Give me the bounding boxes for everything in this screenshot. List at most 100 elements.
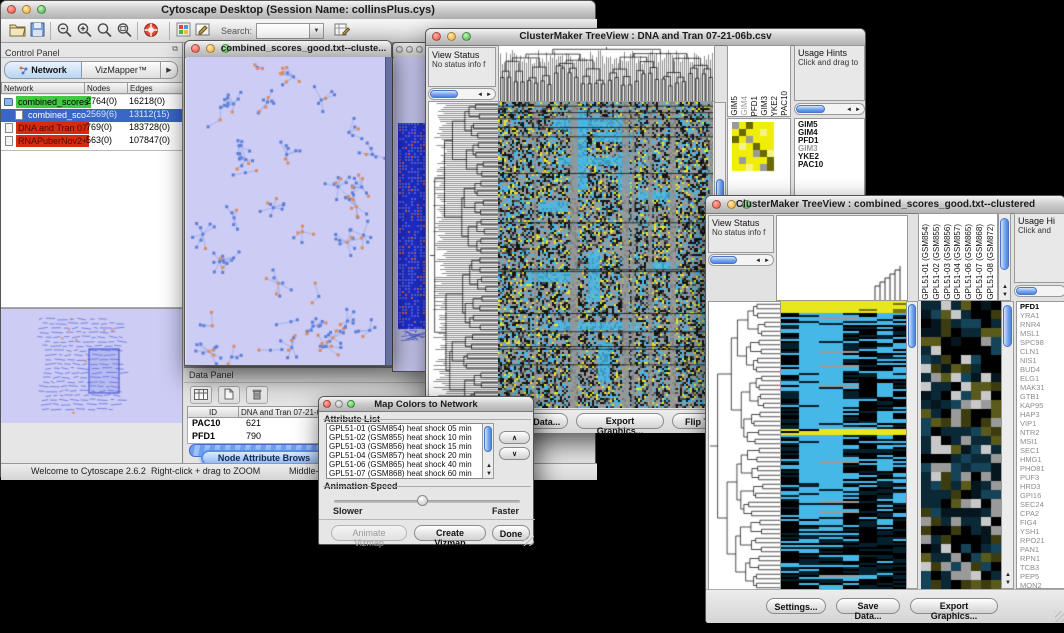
gene-label[interactable]: YRA1 — [1020, 311, 1064, 320]
gene-label[interactable]: SEC24 — [1020, 500, 1064, 509]
col-header-nodes[interactable]: Nodes — [84, 82, 128, 94]
col-header-network[interactable]: Network — [1, 82, 85, 94]
table-edit-button[interactable] — [332, 21, 352, 40]
gene-label[interactable]: ELG1 — [1020, 374, 1064, 383]
gene-label[interactable]: RNR4 — [1020, 320, 1064, 329]
gene-label[interactable]: VIP1 — [1020, 419, 1064, 428]
close-icon[interactable] — [396, 46, 403, 53]
column-label[interactable]: GIM3 — [760, 96, 769, 116]
array-label[interactable]: GPL51-07 (GSM868) — [975, 224, 984, 300]
scroll-right-icon[interactable]: ► — [486, 92, 492, 98]
network-row[interactable]: DNA and Tran 07 769(0) 183728(0) — [1, 122, 182, 135]
row-label[interactable]: PAC10 — [798, 161, 864, 169]
gene-label[interactable]: BUD4 — [1020, 365, 1064, 374]
gene-label[interactable]: PHO81 — [1020, 464, 1064, 473]
search-input[interactable] — [256, 23, 310, 39]
gene-label[interactable]: MSI1 — [1020, 437, 1064, 446]
gene-label[interactable]: NIS1 — [1020, 356, 1064, 365]
attribute-item[interactable]: GPL51-03 (GSM856) heat shock 15 min — [327, 442, 493, 451]
labels-vscrollbar[interactable]: ▲ ▼ — [998, 213, 1011, 301]
gene-label[interactable]: TCB3 — [1020, 563, 1064, 572]
select-attributes-button[interactable] — [190, 386, 212, 404]
gene-label[interactable]: MSL1 — [1020, 329, 1064, 338]
treeview1-titlebar[interactable]: ClusterMaker TreeView : DNA and Tran 07-… — [426, 29, 865, 46]
animate-vizmap-button[interactable]: Animate Vizmap — [331, 525, 407, 541]
network-row-selected[interactable]: combined_sco 2569(6) 13112(15) — [1, 109, 182, 122]
attribute-item[interactable]: GPL51-06 (GSM865) heat shock 40 min — [327, 460, 493, 469]
global-overview-matrix[interactable] — [732, 122, 776, 172]
gene-label[interactable]: SPC98 — [1020, 338, 1064, 347]
gene-label[interactable]: NTR2 — [1020, 428, 1064, 437]
network-tree-empty-area[interactable] — [1, 151, 182, 308]
help-button[interactable] — [141, 21, 161, 40]
export-graphics-button[interactable]: Export Graphics... — [910, 598, 998, 614]
zoom-in-button[interactable] — [74, 21, 94, 40]
dialog-titlebar[interactable]: Map Colors to Network — [319, 397, 533, 412]
network-overview[interactable] — [1, 309, 175, 421]
save-data-button[interactable]: Save Data... — [836, 598, 900, 614]
gene-label[interactable]: SEC1 — [1020, 446, 1064, 455]
right-pane-scrollbar[interactable]: ◄ ► — [794, 103, 865, 115]
minimize-icon[interactable] — [406, 46, 413, 53]
gene-label[interactable]: CLN1 — [1020, 347, 1064, 356]
tab-vizmapper[interactable]: VizMapper™ — [82, 61, 161, 79]
scroll-left-icon[interactable]: ◄ — [846, 107, 852, 113]
scroll-right-icon[interactable]: ► — [764, 258, 770, 264]
gene-label[interactable]: PUF3 — [1020, 473, 1064, 482]
scroll-right-icon[interactable]: ► — [855, 107, 861, 113]
attribute-item[interactable]: GPL51-01 (GSM854) heat shock 05 min — [327, 424, 493, 433]
zoom-selected-button[interactable] — [94, 21, 114, 40]
annotation-button[interactable] — [193, 21, 213, 40]
left-pane-scrollbar[interactable]: ◄ ► — [708, 254, 774, 266]
network-window-titlebar[interactable]: combined_scores_good.txt--cluste... — [185, 41, 391, 58]
tab-network[interactable]: Network — [4, 61, 82, 79]
scroll-left-icon[interactable]: ◄ — [755, 258, 761, 264]
close-icon[interactable] — [191, 44, 200, 53]
array-label[interactable]: GPL51-01 (GSM854) — [921, 224, 930, 300]
array-label[interactable]: GPL51-08 (GSM872) — [986, 224, 995, 300]
column-label[interactable]: PFD1 — [750, 96, 759, 116]
scroll-down-icon[interactable]: ▼ — [1002, 292, 1008, 298]
array-label[interactable]: GPL51-04 (GSM857) — [953, 224, 962, 300]
main-titlebar[interactable]: Cytoscape Desktop (Session Name: collins… — [1, 1, 595, 20]
column-dendrogram[interactable] — [776, 215, 908, 301]
float-panel-icon[interactable]: ⧉ — [172, 44, 178, 54]
network-graph-view[interactable] — [186, 57, 385, 365]
delete-attribute-button[interactable] — [246, 386, 268, 404]
left-pane-scrollbar[interactable]: ◄ ► — [428, 88, 496, 100]
attribute-item[interactable]: GPL51-04 (GSM857) heat shock 20 min — [327, 451, 493, 460]
scroll-up-icon[interactable]: ▲ — [1002, 284, 1008, 290]
gene-label[interactable]: RPO21 — [1020, 536, 1064, 545]
zoom-window-icon[interactable] — [416, 46, 423, 53]
column-dendrogram[interactable] — [498, 45, 715, 102]
array-label[interactable]: GPL51-02 (GSM855) — [932, 224, 941, 300]
row-dendrogram[interactable] — [428, 101, 499, 410]
attribute-item[interactable]: GPL51-02 (GSM855) heat shock 10 min — [327, 433, 493, 442]
column-label[interactable]: GIM5 — [730, 96, 739, 116]
gene-label[interactable]: HRD3 — [1020, 482, 1064, 491]
move-down-button[interactable]: ∨ — [499, 447, 530, 460]
vizmapper-button[interactable] — [173, 21, 193, 40]
scroll-down-icon[interactable]: ▼ — [486, 471, 492, 477]
resize-grip[interactable] — [523, 535, 534, 546]
scroll-up-icon[interactable]: ▲ — [486, 463, 492, 469]
scroll-left-icon[interactable]: ◄ — [477, 92, 483, 98]
new-attribute-button[interactable] — [218, 386, 240, 404]
scroll-up-icon[interactable]: ▲ — [1005, 572, 1011, 578]
main-heatmap[interactable] — [781, 301, 906, 589]
array-label[interactable]: GPL51-03 (GSM856) — [943, 224, 952, 300]
column-label[interactable]: PAC10 — [780, 91, 789, 116]
right-pane-scrollbar[interactable] — [1014, 285, 1064, 297]
gene-label[interactable]: HMG1 — [1020, 455, 1064, 464]
main-heatmap[interactable] — [498, 102, 713, 408]
column-label[interactable]: GIM4 — [740, 96, 749, 116]
scroll-down-icon[interactable]: ▼ — [1005, 580, 1011, 586]
network-row[interactable]: combined_scores 2764(0) 16218(0) — [1, 96, 182, 109]
attribute-list-scrollbar[interactable]: ▲ ▼ — [482, 423, 494, 479]
column-label[interactable]: YKE2 — [770, 96, 779, 116]
network-row[interactable]: RNAPuberNov2+ 563(0) 107847(0) — [1, 135, 182, 148]
resize-grip[interactable] — [1055, 611, 1064, 622]
gene-label[interactable]: RPN1 — [1020, 554, 1064, 563]
move-up-button[interactable]: ∧ — [499, 431, 530, 444]
attribute-item[interactable]: GPL51-07 (GSM868) heat shock 60 min — [327, 469, 493, 478]
